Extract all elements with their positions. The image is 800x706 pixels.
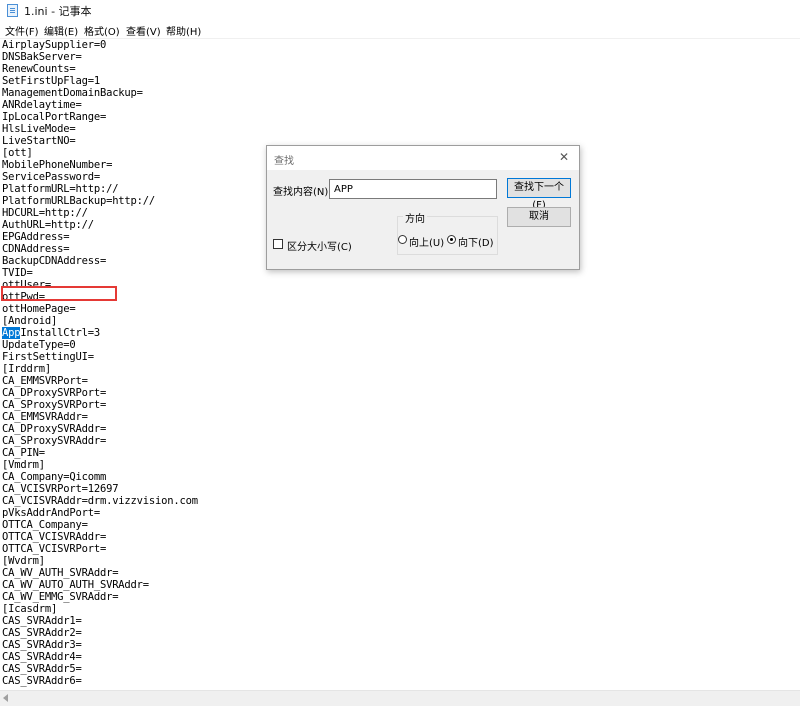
text-line: CA_EMMSVRAddr=	[2, 411, 88, 423]
line-remainder: InstallCtrl=3	[20, 327, 100, 339]
text-line: AppInstallCtrl=3	[2, 327, 100, 339]
text-line: EPGAddress=	[2, 231, 70, 243]
text-line: CAS_SVRAddr3=	[2, 639, 82, 651]
text-line: LiveStartNO=	[2, 135, 76, 147]
text-line: HDCURL=http://	[2, 207, 88, 219]
direction-label: 方向	[403, 210, 427, 225]
text-line: CAS_SVRAddr2=	[2, 627, 82, 639]
text-line: TVID=	[2, 267, 33, 279]
text-line: CA_SProxySVRAddr=	[2, 435, 107, 447]
text-line: CA_WV_AUTO_AUTH_SVRAddr=	[2, 579, 149, 591]
direction-down-radio[interactable]	[447, 235, 456, 244]
notepad-icon	[7, 4, 18, 17]
text-line: ManagementDomainBackup=	[2, 87, 143, 99]
find-dialog-title: 查找	[274, 156, 294, 167]
menu-file[interactable]: 文件(F)	[5, 23, 39, 38]
text-line: ANRdelaytime=	[2, 99, 82, 111]
text-line: CA_SProxySVRPort=	[2, 399, 107, 411]
text-line: CAS_SVRAddr4=	[2, 651, 82, 663]
menu-help[interactable]: 帮助(H)	[166, 23, 201, 38]
menu-view[interactable]: 查看(V)	[126, 23, 161, 38]
text-line: HlsLiveMode=	[2, 123, 76, 135]
text-line: CAS_SVRAddr1=	[2, 615, 82, 627]
direction-up-label: 向上(U)	[409, 238, 445, 249]
text-line: CA_VCISVRAddr=drm.vizzvision.com	[2, 495, 198, 507]
find-dialog: 查找 ✕ 查找内容(N): 查找下一个(F) 取消 方向 向上(U) 向下(D)…	[266, 145, 580, 270]
text-line: OTTCA_Company=	[2, 519, 88, 531]
text-line: CA_EMMSVRPort=	[2, 375, 88, 387]
text-line: UpdateType=0	[2, 339, 76, 351]
window-title: 1.ini - 记事本	[24, 5, 92, 18]
direction-down-label: 向下(D)	[458, 238, 494, 249]
find-dialog-titlebar: 查找 ✕	[267, 146, 579, 170]
text-line: CA_DProxySVRPort=	[2, 387, 107, 399]
text-line: CA_Company=Qicomm	[2, 471, 107, 483]
menu-edit[interactable]: 编辑(E)	[44, 23, 78, 38]
text-line: PlatformURL=http://	[2, 183, 119, 195]
scroll-left-icon[interactable]	[3, 694, 8, 702]
text-line: FirstSettingUI=	[2, 351, 94, 363]
text-line: SetFirstUpFlag=1	[2, 75, 100, 87]
text-line: DNSBakServer=	[2, 51, 82, 63]
match-case-checkbox[interactable]	[273, 239, 283, 249]
text-line: CA_WV_AUTH_SVRAddr=	[2, 567, 119, 579]
text-line: CAS_SVRAddr5=	[2, 663, 82, 675]
text-line: CA_WV_EMMG_SVRAddr=	[2, 591, 119, 603]
text-line: OTTCA_VCISVRPort=	[2, 543, 107, 555]
text-line: CDNAddress=	[2, 243, 70, 255]
menu-bar: 文件(F) 编辑(E) 格式(O) 查看(V) 帮助(H)	[0, 20, 800, 39]
text-line: CA_DProxySVRAddr=	[2, 423, 107, 435]
menu-format[interactable]: 格式(O)	[84, 23, 120, 38]
text-line: [Wvdrm]	[2, 555, 45, 567]
text-line: [ott]	[2, 147, 33, 159]
text-line: CA_VCISVRPort=12697	[2, 483, 119, 495]
text-line: IpLocalPortRange=	[2, 111, 107, 123]
text-line: [Irddrm]	[2, 363, 51, 375]
direction-up-radio[interactable]	[398, 235, 407, 244]
text-line: BackupCDNAddress=	[2, 255, 107, 267]
cancel-button[interactable]: 取消	[507, 207, 571, 227]
text-line: ottHomePage=	[2, 303, 76, 315]
text-line: PlatformURLBackup=http://	[2, 195, 156, 207]
text-line: AirplaySupplier=0	[2, 39, 107, 51]
find-next-button[interactable]: 查找下一个(F)	[507, 178, 571, 211]
title-bar: 1.ini - 记事本	[0, 0, 800, 20]
text-line: ServicePassword=	[2, 171, 100, 183]
text-line: pVksAddrAndPort=	[2, 507, 100, 519]
selected-text: App	[2, 327, 21, 339]
horizontal-scrollbar[interactable]	[0, 690, 800, 706]
text-line: CAS_SVRAddr6=	[2, 675, 82, 687]
text-line: [Icasdrm]	[2, 603, 58, 615]
text-line: OTTCA_VCISVRAddr=	[2, 531, 107, 543]
find-what-label: 查找内容(N):	[273, 187, 332, 198]
text-line: AuthURL=http://	[2, 219, 94, 231]
find-what-input[interactable]	[329, 179, 497, 199]
text-line: MobilePhoneNumber=	[2, 159, 113, 171]
text-line: [Android]	[2, 315, 58, 327]
text-line: [Vmdrm]	[2, 459, 45, 471]
close-icon[interactable]: ✕	[559, 151, 569, 163]
text-editor[interactable]: AirplaySupplier=0 DNSBakServer= RenewCount…	[0, 39, 800, 690]
highlight-annotation-box	[1, 286, 117, 301]
text-line: RenewCounts=	[2, 63, 76, 75]
text-line: CA_PIN=	[2, 447, 45, 459]
match-case-label: 区分大小写(C)	[287, 242, 352, 253]
